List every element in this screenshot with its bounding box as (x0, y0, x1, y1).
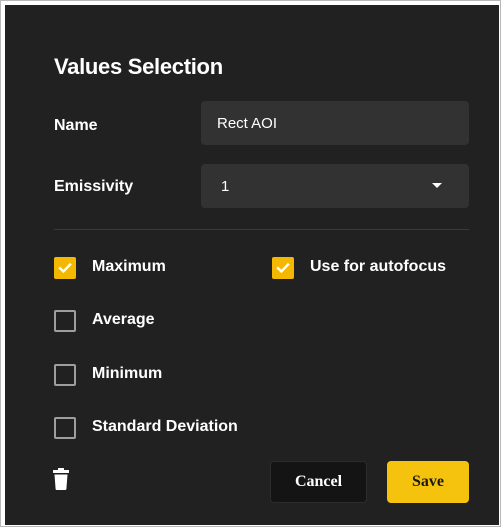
average-option[interactable]: Average (54, 310, 214, 332)
standard-deviation-label: Standard Deviation (92, 418, 238, 435)
trash-icon[interactable] (53, 468, 69, 490)
emissivity-label: Emissivity (54, 178, 134, 195)
average-checkbox[interactable] (54, 310, 76, 332)
minimum-checkbox[interactable] (54, 364, 76, 386)
minimum-option[interactable]: Minimum (54, 364, 214, 386)
checkmark-icon (276, 262, 290, 274)
standard-deviation-checkbox[interactable] (54, 417, 76, 439)
values-selection-dialog: Values Selection Name Emissivity 1 Maxim… (5, 5, 499, 525)
caret-down-icon (432, 183, 442, 188)
standard-deviation-option[interactable]: Standard Deviation (54, 417, 254, 439)
maximum-checkbox[interactable] (54, 257, 76, 279)
maximum-option[interactable]: Maximum (54, 257, 214, 279)
minimum-label: Minimum (92, 365, 163, 382)
average-label: Average (92, 311, 155, 328)
dialog-frame: Values Selection Name Emissivity 1 Maxim… (0, 0, 501, 527)
emissivity-selected-value: 1 (221, 178, 230, 195)
save-button[interactable]: Save (387, 461, 469, 503)
dialog-title: Values Selection (54, 54, 223, 79)
use-for-autofocus-checkbox[interactable] (272, 257, 294, 279)
emissivity-select[interactable]: 1 (201, 164, 469, 208)
name-input[interactable] (201, 101, 469, 145)
checkmark-icon (58, 262, 72, 274)
name-label: Name (54, 117, 98, 134)
cancel-button[interactable]: Cancel (270, 461, 367, 503)
section-divider (54, 229, 469, 230)
use-for-autofocus-option[interactable]: Use for autofocus (272, 257, 472, 279)
use-for-autofocus-label: Use for autofocus (310, 258, 447, 275)
maximum-label: Maximum (92, 258, 166, 275)
